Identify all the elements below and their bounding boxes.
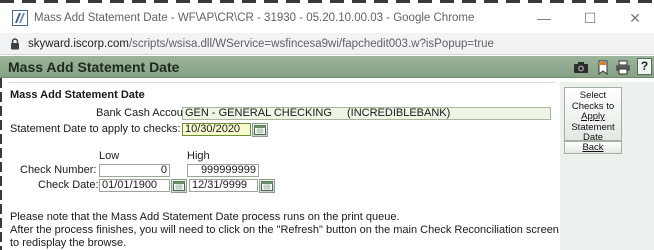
statement-date-label: Statement Date to apply to checks:: [10, 123, 181, 135]
url-host: skyward.iscorp.com: [28, 37, 129, 50]
skyward-app-icon: [12, 10, 28, 26]
check-date-high-calendar-button[interactable]: [259, 179, 275, 193]
action-panel: Select Checks to Apply Statement Date Ba…: [560, 82, 654, 250]
help-icon[interactable]: ?: [637, 58, 652, 75]
note-line-2: After the process finishes, you will nee…: [10, 224, 559, 236]
check-date-low-input[interactable]: 01/01/1900: [99, 179, 170, 192]
check-number-high-input[interactable]: 999999999: [187, 164, 259, 177]
form-panel: Mass Add Statement Date Bank Cash Accoun…: [8, 82, 559, 250]
bookmark-icon[interactable]: [594, 59, 611, 75]
url-text[interactable]: skyward.iscorp.com/scripts/wsisa.dll/WSe…: [28, 38, 494, 50]
select-checks-button[interactable]: Select Checks to Apply Statement Date: [564, 87, 622, 143]
check-number-label: Check Number:: [20, 164, 97, 176]
back-button[interactable]: Back: [564, 141, 622, 154]
url-path: /scripts/wsisa.dll/WService=wsfincesa9wi…: [128, 37, 494, 50]
minimize-button[interactable]: —: [521, 3, 567, 33]
note-line-3: to redisplay the browse.: [10, 237, 127, 249]
window-titlebar[interactable]: Mass Add Statement Date - WF\AP\CR\CR - …: [0, 3, 654, 33]
app-header: Mass Add Statement Date ?: [0, 56, 654, 78]
bank-account-label: Bank Cash Account:: [96, 107, 196, 119]
print-icon[interactable]: [614, 59, 631, 75]
calendar-icon: [254, 125, 266, 135]
section-title: Mass Add Statement Date: [10, 89, 145, 101]
close-button[interactable]: ✕: [612, 3, 654, 33]
check-date-high-input[interactable]: 12/31/9999: [189, 179, 258, 192]
select-checks-label-1: Select: [579, 90, 607, 101]
statement-date-input[interactable]: 10/30/2020: [182, 123, 251, 136]
bank-account-field: GEN - GENERAL CHECKING (INCREDIBLEBANK): [182, 107, 551, 120]
page-title: Mass Add Statement Date: [8, 59, 180, 75]
low-column-header: Low: [99, 150, 120, 162]
calendar-icon: [261, 181, 273, 191]
bank-name-value: (INCREDIBLEBANK): [347, 107, 451, 119]
camera-icon[interactable]: [572, 59, 589, 75]
window-left-border: [0, 78, 2, 250]
high-column-header: High: [187, 150, 210, 162]
calendar-icon: [173, 181, 185, 191]
lock-icon: [11, 37, 19, 49]
note-line-1: Please note that the Mass Add Statement …: [10, 211, 400, 223]
address-bar[interactable]: skyward.iscorp.com/scripts/wsisa.dll/WSe…: [0, 33, 654, 55]
statement-date-calendar-button[interactable]: [252, 123, 268, 137]
select-checks-label-3: Apply: [581, 111, 605, 122]
maximize-button[interactable]: ☐: [567, 3, 613, 33]
check-date-low-calendar-button[interactable]: [171, 179, 187, 193]
back-button-label: Back: [582, 142, 604, 153]
check-number-low-input[interactable]: 0: [99, 164, 170, 177]
bank-account-value: GEN - GENERAL CHECKING: [185, 107, 332, 119]
window-title: Mass Add Statement Date - WF\AP\CR\CR - …: [34, 12, 475, 24]
check-date-label: Check Date:: [38, 179, 99, 191]
